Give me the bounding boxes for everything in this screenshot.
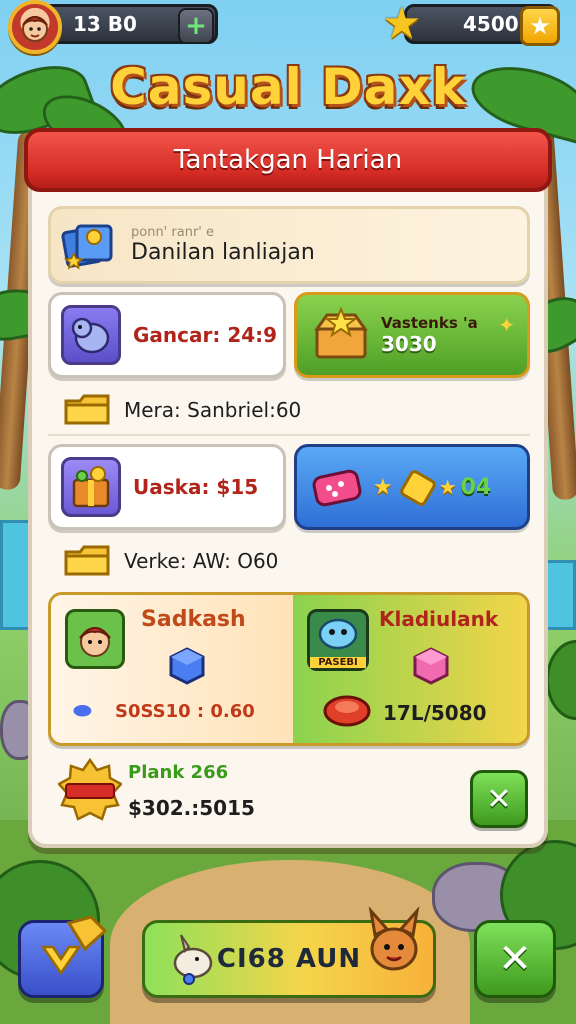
versus-left: Sadkash ⬬ S0SS10 : 0.60 [51, 595, 293, 743]
blue-cube-icon [167, 645, 207, 685]
avatar-face-icon [22, 16, 48, 42]
opponent-name: Kladiulank [379, 607, 499, 631]
progress-row-mera[interactable]: Mera: Sanbriel:60 [48, 386, 530, 436]
panel-title: Tantakgan Harian [173, 145, 403, 175]
close-icon: ✕ [498, 936, 532, 982]
reward-value: 3030 [381, 332, 437, 356]
card-label: Gancar: 24:9 [133, 323, 278, 347]
close-reward-button[interactable]: ✕ [470, 770, 528, 828]
sparkle-icon: ✦ [498, 313, 515, 337]
banner-text-group: ponn' ranr' e Danilan lanliajan [131, 225, 315, 265]
folder-icon [64, 393, 110, 427]
opponent-score: 17L/5080 [383, 701, 487, 725]
banner-subtitle: ponn' ranr' e [131, 225, 214, 240]
star-icon: ★ [382, 0, 422, 49]
creature-icon [61, 305, 121, 365]
reward-card-items[interactable]: ★ ★ 04 [294, 444, 530, 530]
reward-title: Vastenks 'a [381, 314, 478, 332]
coins-value: 13 B0 [73, 12, 137, 36]
treasure-chest-icon [311, 306, 371, 363]
versus-card[interactable]: Sadkash ⬬ S0SS10 : 0.60 PASEBI Kladiulan… [48, 592, 530, 746]
close-icon: ✕ [486, 781, 512, 817]
reward-card-chest[interactable]: Vastenks 'a 3030 ✦ [294, 292, 530, 378]
monster-portrait-icon: PASEBI [307, 609, 369, 671]
row-label: Mera: Sanbriel:60 [124, 398, 302, 422]
challenge-banner[interactable]: ponn' ranr' e Danilan lanliajan [48, 206, 530, 284]
bush [546, 640, 576, 720]
ticket-icon [399, 467, 439, 507]
badge-seal-icon [57, 757, 123, 822]
player-score: S0SS10 : 0.60 [115, 701, 255, 722]
star-icon: ★ [529, 12, 551, 40]
add-coins-button[interactable]: + [178, 8, 214, 44]
tag-icon [65, 913, 109, 953]
character-portrait-icon [65, 609, 125, 669]
gift-box-icon [61, 457, 121, 517]
challenge-card-gancar[interactable]: Gancar: 24:9 [48, 292, 286, 378]
challenge-card-uaska[interactable]: Uaska: $15 [48, 444, 286, 530]
player-name: Sadkash [141, 607, 246, 632]
candy-icon [309, 462, 369, 512]
row-label: Verke: AW: O60 [124, 549, 279, 573]
folder-icon [64, 544, 110, 578]
add-stars-button[interactable]: ★ [520, 6, 560, 46]
reward-amount: $302.:5015 [128, 796, 255, 820]
fox-mascot-icon [361, 901, 427, 985]
progress-row-verke[interactable]: Verke: AW: O60 [48, 536, 530, 586]
star-icon: ★ [438, 475, 457, 499]
gem-icon: ⬬ [73, 699, 92, 724]
reward-row: Plank 266 $302.:5015 ✕ [48, 757, 530, 834]
goat-icon [167, 931, 219, 985]
panel-header: Tantakgan Harian [24, 128, 552, 192]
versus-right: PASEBI Kladiulank 17L/5080 [293, 595, 527, 743]
stars-value: 4500 [463, 12, 519, 36]
monster-tag: PASEBI [310, 657, 366, 668]
card-label: Uaska: $15 [133, 475, 259, 499]
start-button[interactable]: CI68 AUN [142, 906, 436, 998]
plus-icon: + [185, 11, 207, 41]
close-button[interactable]: ✕ [474, 920, 556, 998]
meat-icon [321, 691, 373, 731]
cards-icon [61, 220, 119, 270]
reward-badge: 04 [460, 474, 492, 500]
back-button[interactable] [18, 915, 108, 998]
pink-cube-icon [411, 645, 451, 685]
game-title: Casual Daxk [110, 58, 466, 116]
player-avatar[interactable] [8, 0, 62, 54]
reward-text-group: Vastenks 'a 3030 [381, 314, 478, 356]
star-icon: ★ [373, 474, 393, 500]
banner-title: Danilan lanliajan [131, 240, 315, 265]
start-label: CI68 AUN [216, 944, 362, 974]
reward-title: Plank 266 [128, 762, 229, 783]
